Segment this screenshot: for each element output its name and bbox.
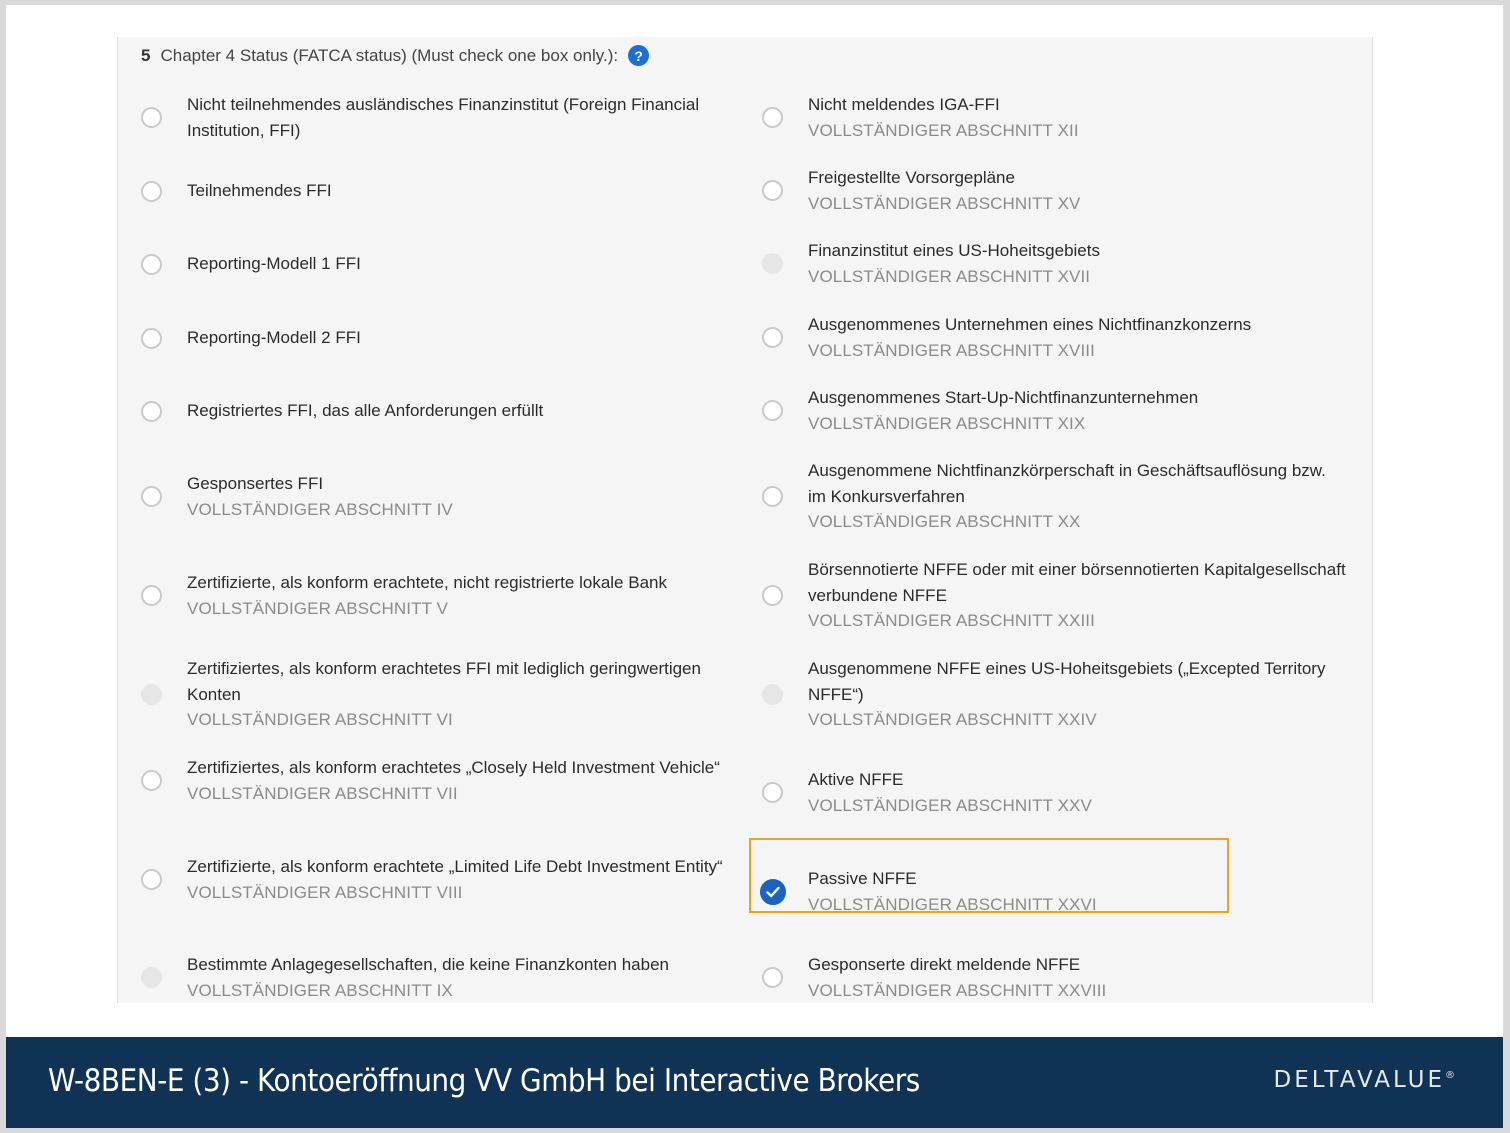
option-text: Börsennotierte NFFE oder mit einer börse…: [808, 557, 1348, 634]
option-label: Bestimmte Anlagegesellschaften, die kein…: [187, 955, 669, 974]
option-text: Registriertes FFI, das alle Anforderunge…: [187, 398, 727, 424]
radio-button[interactable]: [762, 486, 783, 507]
radio-button[interactable]: [762, 180, 783, 201]
option-text: Teilnehmendes FFI: [187, 178, 727, 204]
option-text: Zertifiziertes, als konform erachtetes F…: [187, 656, 727, 733]
option-text: Nicht teilnehmendes ausländisches Finanz…: [187, 92, 727, 143]
radio-button[interactable]: [141, 770, 162, 791]
option-section-reference: VOLLSTÄNDIGER ABSCHNITT XV: [808, 193, 1081, 213]
option-label: Ausgenommenes Unternehmen eines Nichtfin…: [808, 315, 1252, 334]
option-label: Nicht teilnehmendes ausländisches Finanz…: [187, 95, 700, 140]
option-text: Reporting-Modell 1 FFI: [187, 251, 727, 277]
radio-button: [762, 253, 783, 274]
radio-button[interactable]: [141, 869, 162, 890]
option-label: Finanzinstitut eines US-Hoheitsgebiets: [808, 241, 1100, 260]
registered-mark: ®: [1445, 1070, 1455, 1082]
option-text: Gesponsertes FFI VOLLSTÄNDIGER ABSCHNITT …: [187, 471, 727, 522]
option-label: Zertifiziertes, als konform erachtetes F…: [187, 659, 701, 704]
option-text: Nicht meldendes IGA-FFI VOLLSTÄNDIGER ABS…: [808, 92, 1348, 143]
option-label: Freigestellte Vorsorgepläne: [808, 168, 1015, 187]
option-label: Zertifizierte, als konform erachtete „Li…: [187, 857, 723, 876]
option-text: Aktive NFFE VOLLSTÄNDIGER ABSCHNITT XXV: [808, 767, 1348, 818]
option-text: Bestimmte Anlagegesellschaften, die kein…: [187, 952, 727, 1003]
radio-button[interactable]: [141, 328, 162, 349]
option-text: Zertifizierte, als konform erachtete „Li…: [187, 854, 727, 905]
radio-button[interactable]: [141, 401, 162, 422]
radio-button[interactable]: [141, 585, 162, 606]
section-heading: 5 Chapter 4 Status (FATCA status) (Must …: [141, 45, 650, 66]
footer-title: W-8BEN-E (3) - Kontoeröffnung VV GmbH be…: [48, 1063, 920, 1099]
option-text: Ausgenommenes Unternehmen eines Nichtfin…: [808, 312, 1348, 363]
option-label: Gesponsertes FFI: [187, 474, 324, 493]
option-label: Zertifiziertes, als konform erachtetes „…: [187, 758, 720, 777]
option-label: Reporting-Modell 2 FFI: [187, 328, 361, 347]
radio-button[interactable]: [141, 486, 162, 507]
option-section-reference: VOLLSTÄNDIGER ABSCHNITT VII: [187, 783, 458, 803]
option-section-reference: VOLLSTÄNDIGER ABSCHNITT IX: [187, 980, 453, 1000]
option-text: Ausgenommene NFFE eines US-Hoheitsgebiet…: [808, 656, 1348, 733]
option-label: Reporting-Modell 1 FFI: [187, 254, 361, 273]
option-label: Teilnehmendes FFI: [187, 181, 332, 200]
radio-button[interactable]: [762, 107, 783, 128]
option-section-reference: VOLLSTÄNDIGER ABSCHNITT XII: [808, 120, 1079, 140]
option-section-reference: VOLLSTÄNDIGER ABSCHNITT VIII: [187, 882, 463, 902]
option-section-reference: VOLLSTÄNDIGER ABSCHNITT XXVIII: [808, 980, 1107, 1000]
option-text: Freigestellte Vorsorgepläne VOLLSTÄNDIGER…: [808, 165, 1348, 216]
option-section-reference: VOLLSTÄNDIGER ABSCHNITT IV: [187, 499, 453, 519]
option-section-reference: VOLLSTÄNDIGER ABSCHNITT XXV: [808, 795, 1092, 815]
brand-name: DELTAVALUE: [1273, 1067, 1445, 1093]
radio-button[interactable]: [762, 585, 783, 606]
option-label: Zertifizierte, als konform erachtete, ni…: [187, 573, 667, 592]
option-section-reference: VOLLSTÄNDIGER ABSCHNITT XXIII: [808, 611, 1095, 630]
section-number: 5: [141, 45, 151, 65]
brand-logo: DELTAVALUE®: [1274, 1067, 1455, 1093]
radio-button[interactable]: [762, 400, 783, 421]
radio-button[interactable]: [141, 254, 162, 275]
radio-button: [762, 684, 783, 705]
footer-bar: W-8BEN-E (3) - Kontoeröffnung VV GmbH be…: [6, 1037, 1503, 1128]
option-section-reference: VOLLSTÄNDIGER ABSCHNITT XIX: [808, 413, 1086, 433]
radio-button[interactable]: [762, 967, 783, 988]
help-icon[interactable]: ?: [628, 45, 650, 66]
option-label: Registriertes FFI, das alle Anforderunge…: [187, 401, 544, 420]
selected-option-highlight: [749, 838, 1229, 913]
radio-button[interactable]: [141, 107, 162, 128]
option-label: Ausgenommene Nichtfinanzkörperschaft in …: [808, 461, 1326, 506]
option-section-reference: VOLLSTÄNDIGER ABSCHNITT XVII: [808, 266, 1091, 286]
radio-button[interactable]: [762, 327, 783, 348]
option-label: Gesponserte direkt meldende NFFE: [808, 955, 1081, 974]
option-text: Finanzinstitut eines US-Hoheitsgebiets VO…: [808, 238, 1348, 289]
option-text: Zertifiziertes, als konform erachtetes „…: [187, 755, 727, 806]
option-section-reference: VOLLSTÄNDIGER ABSCHNITT XVIII: [808, 340, 1095, 360]
option-label: Ausgenommene NFFE eines US-Hoheitsgebiet…: [808, 659, 1326, 704]
option-label: Nicht meldendes IGA-FFI: [808, 95, 1000, 114]
radio-button[interactable]: [141, 181, 162, 202]
option-label: Ausgenommenes Start-Up-Nichtfinanzuntern…: [808, 388, 1199, 407]
option-section-reference: VOLLSTÄNDIGER ABSCHNITT VI: [187, 710, 453, 729]
section-label: Chapter 4 Status (FATCA status) (Must ch…: [160, 45, 619, 65]
radio-button[interactable]: [762, 782, 783, 803]
option-text: Zertifizierte, als konform erachtete, ni…: [187, 570, 727, 621]
option-section-reference: VOLLSTÄNDIGER ABSCHNITT XXIV: [808, 710, 1097, 729]
option-text: Ausgenommene Nichtfinanzkörperschaft in …: [808, 458, 1348, 535]
option-text: Ausgenommenes Start-Up-Nichtfinanzuntern…: [808, 385, 1348, 436]
option-text: Reporting-Modell 2 FFI: [187, 325, 727, 351]
radio-button: [141, 967, 162, 988]
option-section-reference: VOLLSTÄNDIGER ABSCHNITT V: [187, 598, 449, 618]
option-text: Gesponserte direkt meldende NFFE VOLLSTÄN…: [808, 952, 1348, 1003]
option-label: Aktive NFFE: [808, 770, 904, 789]
option-section-reference: VOLLSTÄNDIGER ABSCHNITT XX: [808, 512, 1081, 531]
radio-button: [141, 684, 162, 705]
option-label: Börsennotierte NFFE oder mit einer börse…: [808, 560, 1346, 605]
